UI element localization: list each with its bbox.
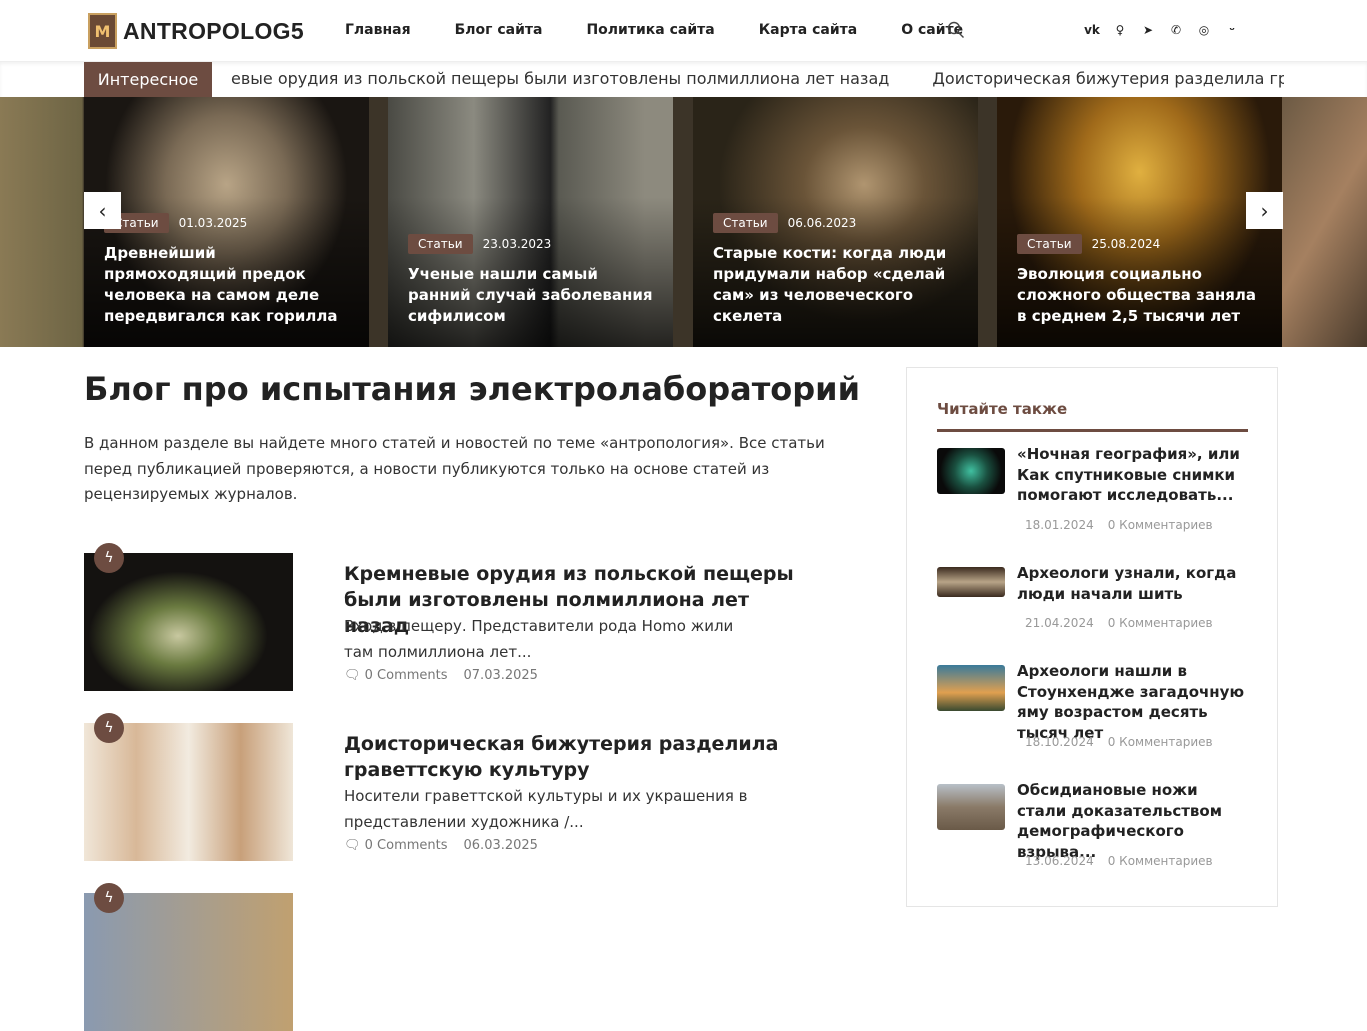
post-excerpt: Носители граветтской культуры и их украш… <box>344 787 748 831</box>
category-badge[interactable]: Статьи <box>1017 234 1082 254</box>
social-links: vk ♀ ➤ ✆ ◎ ᵕ <box>1084 22 1240 38</box>
slide-title[interactable]: Эволюция социально сложного общества зан… <box>1017 264 1264 327</box>
slide-date: 25.08.2024 <box>1091 237 1161 251</box>
nav-sitemap[interactable]: Карта сайта <box>759 22 857 38</box>
sidebar-item-title[interactable]: Археологи узнали, когда люди начали шить <box>1017 563 1252 604</box>
post-title[interactable]: Доисторическая бижутерия разделила граве… <box>344 731 814 783</box>
sidebar-item-date: 18.10.2024 <box>1025 735 1094 749</box>
sidebar-item-title[interactable]: «Ночная география», или Как спутниковые … <box>1017 444 1252 506</box>
lightning-icon: ϟ <box>94 543 124 573</box>
slide-date: 23.03.2023 <box>482 237 552 251</box>
post-date: 06.03.2025 <box>463 838 538 853</box>
comments-link[interactable]: 🗨 0 Comments <box>344 838 448 853</box>
site-header: M ANTROPOLOG5 Главная Блог сайта Политик… <box>0 0 1367 62</box>
slide-image <box>1282 97 1367 347</box>
comments-count: 0 Comments <box>364 668 448 683</box>
site-logo[interactable]: M ANTROPOLOG5 <box>88 13 304 49</box>
page-title: Блог про испытания электролабораторий <box>84 370 861 408</box>
sidebar-title: Читайте также <box>937 400 1068 418</box>
sidebar-thumbnail[interactable] <box>937 665 1005 711</box>
slider-next-button[interactable]: › <box>1246 192 1283 229</box>
viber-icon[interactable]: ✆ <box>1168 22 1184 38</box>
slide-card[interactable]: Статьи 23.03.2023 Ученые нашли самый ранн… <box>388 97 673 347</box>
news-ticker: Интересное евые орудия из польской пещер… <box>0 62 1367 97</box>
post-item: ϟ Кремневые орудия из польской пещеры бы… <box>84 543 844 691</box>
slide-card[interactable]: Статьи 06.06.2023 Старые кости: когда люд… <box>693 97 978 347</box>
sidebar-item-comments[interactable]: 0 Комментариев <box>1108 616 1213 630</box>
nav-blog[interactable]: Блог сайта <box>455 22 543 38</box>
slide-card[interactable]: Статьи 25.08.2024 Эволюция социально слож… <box>997 97 1282 347</box>
post-item: ϟ <box>84 883 844 1031</box>
comments-count: 0 Comments <box>364 838 448 853</box>
main-nav: Главная Блог сайта Политика сайта Карта … <box>345 22 1007 38</box>
slide-title[interactable]: Старые кости: когда люди придумали набор… <box>713 243 960 327</box>
nav-home[interactable]: Главная <box>345 22 411 38</box>
telegram-icon[interactable]: ➤ <box>1140 22 1156 38</box>
logo-icon: M <box>88 13 117 49</box>
comment-icon: 🗨 <box>344 838 365 853</box>
sidebar-item-title[interactable]: Обсидиановые ножи стали доказательством … <box>1017 780 1252 862</box>
category-badge[interactable]: Статьи <box>408 234 473 254</box>
search-icon[interactable] <box>947 21 965 39</box>
ticker-label: Интересное <box>84 62 212 97</box>
sidebar-item-comments[interactable]: 0 Комментариев <box>1108 854 1213 868</box>
post-item: ϟ Доисторическая бижутерия разделила гра… <box>84 713 844 861</box>
vk-icon[interactable]: vk <box>1084 22 1100 38</box>
slide-card[interactable]: Статьи 01.03.2025 Древнейший прямоходящий… <box>84 97 369 347</box>
max-icon[interactable]: ᵕ <box>1224 22 1240 38</box>
comment-icon: 🗨 <box>344 668 365 683</box>
read-also-sidebar: Читайте также «Ночная география», или Ка… <box>906 367 1278 907</box>
sidebar-item-comments[interactable]: 0 Комментариев <box>1108 735 1213 749</box>
slide-date: 06.06.2023 <box>787 216 857 230</box>
sidebar-item-date: 13.06.2024 <box>1025 854 1094 868</box>
post-excerpt: Вход в пещеру. Представители рода Homo ж… <box>344 617 734 661</box>
sidebar-divider <box>937 429 1248 432</box>
featured-slider: Статьи 01.03.2025 Древнейший прямоходящий… <box>0 97 1367 347</box>
odnoklassniki-icon[interactable]: ♀ <box>1112 22 1128 38</box>
post-thumbnail[interactable] <box>84 893 293 1031</box>
ticker-item[interactable]: евые орудия из польской пещеры были изго… <box>231 69 889 88</box>
nav-policy[interactable]: Политика сайта <box>586 22 714 38</box>
comments-link[interactable]: 🗨 0 Comments <box>344 668 448 683</box>
slider-prev-button[interactable]: ‹ <box>84 192 121 229</box>
sidebar-item-date: 18.01.2024 <box>1025 518 1094 532</box>
lightning-icon: ϟ <box>94 883 124 913</box>
post-date: 07.03.2025 <box>463 668 538 683</box>
post-thumbnail[interactable] <box>84 553 293 691</box>
slide-title[interactable]: Древнейший прямоходящий предок человека … <box>104 243 351 327</box>
page-intro: В данном разделе вы найдете много статей… <box>84 434 825 503</box>
lightning-icon: ϟ <box>94 713 124 743</box>
sidebar-thumbnail[interactable] <box>937 448 1005 494</box>
whatsapp-icon[interactable]: ◎ <box>1196 22 1212 38</box>
sidebar-thumbnail[interactable] <box>937 784 1005 830</box>
category-badge[interactable]: Статьи <box>713 213 778 233</box>
sidebar-thumbnail[interactable] <box>937 567 1005 597</box>
slide-title[interactable]: Ученые нашли самый ранний случай заболев… <box>408 264 655 327</box>
sidebar-item-comments[interactable]: 0 Комментариев <box>1108 518 1213 532</box>
slide-date: 01.03.2025 <box>178 216 248 230</box>
sidebar-item-date: 21.04.2024 <box>1025 616 1094 630</box>
sidebar-item-title[interactable]: Археологи нашли в Стоунхендже загадочную… <box>1017 661 1252 743</box>
ticker-item[interactable]: Доисторическая бижутерия разделила граве… <box>932 69 1284 88</box>
logo-text: ANTROPOLOG5 <box>123 17 304 44</box>
post-thumbnail[interactable] <box>84 723 293 861</box>
